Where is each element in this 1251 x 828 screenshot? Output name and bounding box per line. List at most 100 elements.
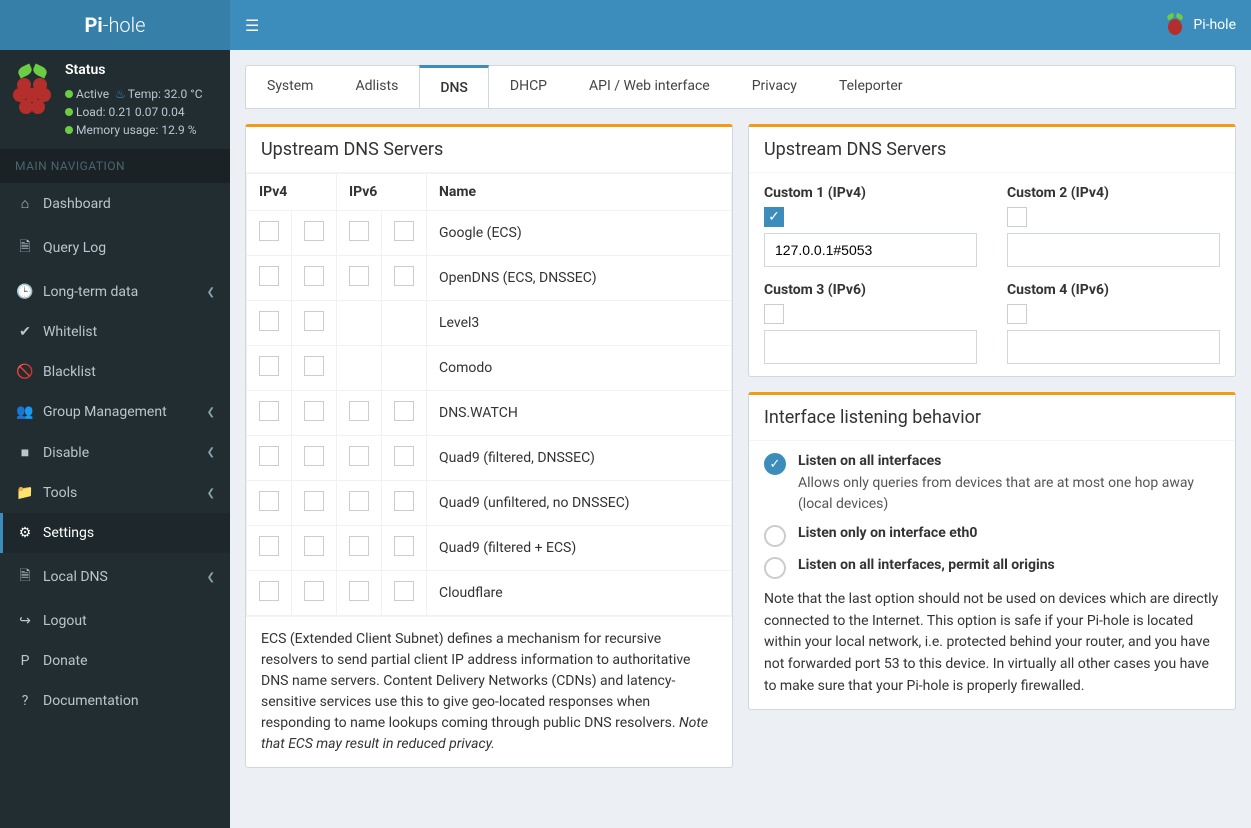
nav-icon: 🗎 bbox=[15, 236, 35, 260]
nav-label: Tools bbox=[43, 485, 77, 501]
dns-checkbox[interactable] bbox=[349, 446, 369, 466]
sidebar-item-query-log[interactable]: 🗎Query Log bbox=[0, 224, 230, 272]
dns-checkbox[interactable] bbox=[304, 446, 324, 466]
dns-checkbox[interactable] bbox=[304, 356, 324, 376]
dns-checkbox[interactable] bbox=[304, 491, 324, 511]
dns-checkbox[interactable] bbox=[259, 581, 279, 601]
dns-checkbox[interactable] bbox=[259, 446, 279, 466]
interface-note: Note that the last option should not be … bbox=[764, 589, 1220, 697]
sidebar-item-dashboard[interactable]: ⌂Dashboard bbox=[0, 183, 230, 224]
dns-checkbox[interactable] bbox=[259, 401, 279, 421]
custom2-checkbox[interactable] bbox=[1007, 207, 1027, 227]
radio-button[interactable] bbox=[764, 557, 786, 579]
dns-checkbox[interactable] bbox=[349, 401, 369, 421]
custom-dns-box: Upstream DNS Servers Custom 1 (IPv4) ✓ C… bbox=[748, 124, 1236, 377]
dns-checkbox[interactable] bbox=[394, 221, 414, 241]
tab-privacy[interactable]: Privacy bbox=[731, 66, 818, 108]
nav-label: Donate bbox=[43, 653, 88, 669]
dns-checkbox[interactable] bbox=[259, 266, 279, 286]
col-name: Name bbox=[427, 174, 732, 211]
dns-provider-name: Google (ECS) bbox=[427, 211, 732, 256]
topbar-user[interactable]: Pi-hole bbox=[1165, 14, 1236, 36]
table-row: Google (ECS) bbox=[247, 211, 732, 256]
brand-logo[interactable]: Pi-hole bbox=[0, 0, 230, 50]
dns-checkbox[interactable] bbox=[259, 491, 279, 511]
dns-checkbox[interactable] bbox=[394, 266, 414, 286]
tab-api-web-interface[interactable]: API / Web interface bbox=[568, 66, 731, 108]
sidebar-item-whitelist[interactable]: ✔Whitelist bbox=[0, 312, 230, 352]
custom3-input[interactable] bbox=[764, 330, 977, 364]
nav-icon: 🚫 bbox=[15, 364, 35, 380]
custom3-field: Custom 3 (IPv6) bbox=[764, 282, 977, 364]
nav-section-header: MAIN NAVIGATION bbox=[0, 149, 230, 183]
sidebar-item-settings[interactable]: ⚙Settings bbox=[0, 513, 230, 553]
dns-checkbox[interactable] bbox=[394, 536, 414, 556]
tab-dns[interactable]: DNS bbox=[419, 65, 489, 108]
sidebar-item-long-term-data[interactable]: 🕒Long-term data❮ bbox=[0, 272, 230, 312]
tab-dhcp[interactable]: DHCP bbox=[489, 66, 568, 108]
dns-checkbox[interactable] bbox=[304, 536, 324, 556]
dns-checkbox[interactable] bbox=[349, 221, 369, 241]
chevron-left-icon: ❮ bbox=[207, 287, 215, 298]
dns-checkbox[interactable] bbox=[259, 311, 279, 331]
sidebar-item-tools[interactable]: 📁Tools❮ bbox=[0, 473, 230, 513]
sidebar-item-documentation[interactable]: ?Documentation bbox=[0, 681, 230, 721]
radio-button[interactable] bbox=[764, 525, 786, 547]
custom3-checkbox[interactable] bbox=[764, 304, 784, 324]
table-row: Quad9 (filtered + ECS) bbox=[247, 526, 732, 571]
custom1-checkbox[interactable]: ✓ bbox=[764, 207, 784, 227]
sidebar-item-local-dns[interactable]: 🗎Local DNS❮ bbox=[0, 553, 230, 601]
sidebar-item-group-management[interactable]: 👥Group Management❮ bbox=[0, 392, 230, 432]
dns-checkbox[interactable] bbox=[349, 266, 369, 286]
tab-system[interactable]: System bbox=[246, 66, 334, 108]
dns-checkbox[interactable] bbox=[349, 536, 369, 556]
custom4-checkbox[interactable] bbox=[1007, 304, 1027, 324]
nav-label: Settings bbox=[43, 525, 94, 541]
nav-icon: ✔ bbox=[15, 324, 35, 340]
custom2-input[interactable] bbox=[1007, 233, 1220, 267]
dns-checkbox[interactable] bbox=[304, 311, 324, 331]
dns-checkbox[interactable] bbox=[394, 446, 414, 466]
custom4-input[interactable] bbox=[1007, 330, 1220, 364]
dns-checkbox[interactable] bbox=[394, 581, 414, 601]
dns-checkbox[interactable] bbox=[259, 221, 279, 241]
dns-checkbox[interactable] bbox=[259, 536, 279, 556]
main-nav: ⌂Dashboard🗎Query Log🕒Long-term data❮✔Whi… bbox=[0, 183, 230, 721]
dns-provider-name: OpenDNS (ECS, DNSSEC) bbox=[427, 256, 732, 301]
table-row: Comodo bbox=[247, 346, 732, 391]
custom1-input[interactable] bbox=[764, 233, 977, 267]
table-row: OpenDNS (ECS, DNSSEC) bbox=[247, 256, 732, 301]
custom2-field: Custom 2 (IPv4) bbox=[1007, 185, 1220, 267]
col-ipv6: IPv6 bbox=[337, 174, 427, 211]
dns-checkbox[interactable] bbox=[349, 491, 369, 511]
sidebar-item-donate[interactable]: P Donate bbox=[0, 641, 230, 681]
dns-provider-name: Level3 bbox=[427, 301, 732, 346]
nav-icon: ⌂ bbox=[15, 195, 35, 212]
chevron-left-icon: ❮ bbox=[207, 407, 215, 418]
dns-checkbox[interactable] bbox=[304, 401, 324, 421]
dns-checkbox[interactable] bbox=[394, 491, 414, 511]
sidebar: Pi-hole Status Active ♨Temp: 32.0 °C Loa… bbox=[0, 0, 230, 828]
nav-icon: P bbox=[15, 653, 35, 669]
menu-toggle-icon[interactable]: ☰ bbox=[245, 16, 259, 35]
dns-checkbox[interactable] bbox=[304, 266, 324, 286]
tab-teleporter[interactable]: Teleporter bbox=[818, 66, 924, 108]
dns-checkbox[interactable] bbox=[259, 356, 279, 376]
dns-checkbox[interactable] bbox=[304, 581, 324, 601]
sidebar-item-logout[interactable]: ↪Logout bbox=[0, 601, 230, 641]
radio-button[interactable]: ✓ bbox=[764, 453, 786, 475]
tab-adlists[interactable]: Adlists bbox=[334, 66, 419, 108]
dns-checkbox[interactable] bbox=[394, 401, 414, 421]
dns-checkbox[interactable] bbox=[349, 581, 369, 601]
dns-checkbox[interactable] bbox=[304, 221, 324, 241]
nav-label: Logout bbox=[43, 613, 87, 629]
table-row: Cloudflare bbox=[247, 571, 732, 616]
radio-description: Allows only queries from devices that ar… bbox=[798, 473, 1220, 515]
chevron-left-icon: ❮ bbox=[207, 572, 215, 583]
upstream-dns-table: IPv4 IPv6 Name Google (ECS)OpenDNS (ECS,… bbox=[246, 173, 732, 616]
upstream-dns-title: Upstream DNS Servers bbox=[246, 127, 732, 173]
custom4-field: Custom 4 (IPv6) bbox=[1007, 282, 1220, 364]
dns-provider-name: Quad9 (unfiltered, no DNSSEC) bbox=[427, 481, 732, 526]
sidebar-item-blacklist[interactable]: 🚫Blacklist bbox=[0, 352, 230, 392]
sidebar-item-disable[interactable]: ■Disable❮ bbox=[0, 432, 230, 473]
